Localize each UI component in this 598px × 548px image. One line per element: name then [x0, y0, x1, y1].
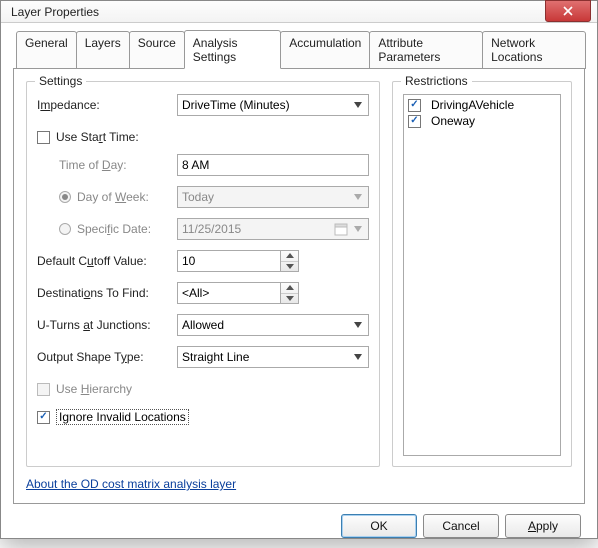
specific-date-value: 11/25/2015: [182, 222, 241, 236]
impedance-value: DriveTime (Minutes): [182, 98, 290, 112]
apply-button[interactable]: Apply: [505, 514, 581, 538]
chevron-down-icon: [350, 97, 366, 113]
chevron-down-icon: [350, 189, 366, 205]
tab-strip: General Layers Source Analysis Settings …: [16, 31, 585, 69]
cutoff-label: Default Cutoff Value:: [37, 254, 177, 268]
time-of-day-value: 8 AM: [182, 158, 209, 172]
tab-analysis-settings[interactable]: Analysis Settings: [184, 30, 282, 69]
time-of-day-label: Time of Day:: [59, 158, 177, 172]
about-link[interactable]: About the OD cost matrix analysis layer: [26, 477, 572, 491]
tab-accumulation[interactable]: Accumulation: [280, 31, 370, 69]
use-start-time-checkbox[interactable]: [37, 131, 50, 144]
cutoff-spin: 10: [177, 250, 299, 272]
specific-date-picker: 11/25/2015: [177, 218, 369, 240]
tab-page-analysis-settings: Settings Impedance: DriveTime (Minutes): [13, 68, 585, 504]
client-area: General Layers Source Analysis Settings …: [1, 23, 597, 548]
cutoff-input[interactable]: 10: [177, 250, 281, 272]
tab-general[interactable]: General: [16, 31, 77, 69]
uturns-value: Allowed: [182, 318, 224, 332]
impedance-label: Impedance:: [37, 98, 177, 112]
chevron-down-icon: [350, 317, 366, 333]
tab-network-locations[interactable]: Network Locations: [482, 31, 586, 69]
window-title: Layer Properties: [11, 5, 545, 19]
columns: Settings Impedance: DriveTime (Minutes): [26, 81, 572, 467]
use-start-time-label: Use Start Time:: [56, 130, 139, 144]
chevron-down-icon: [350, 221, 366, 237]
destinations-label: Destinations To Find:: [37, 286, 177, 300]
specific-date-radio[interactable]: [59, 223, 71, 235]
output-shape-label: Output Shape Type:: [37, 350, 177, 364]
day-of-week-row: Day of Week: Today: [37, 186, 369, 208]
cutoff-value: 10: [182, 254, 195, 268]
cutoff-spin-up[interactable]: [281, 251, 298, 261]
ignore-invalid-checkbox[interactable]: [37, 411, 50, 424]
use-hierarchy-row: Use Hierarchy: [37, 378, 369, 400]
output-shape-row: Output Shape Type: Straight Line: [37, 346, 369, 368]
day-of-week-label: Day of Week:: [77, 190, 177, 204]
use-hierarchy-label: Use Hierarchy: [56, 382, 132, 396]
specific-date-label: Specific Date:: [77, 222, 177, 236]
ignore-invalid-row: Ignore Invalid Locations: [37, 406, 369, 428]
restriction-label: DrivingAVehicle: [431, 98, 514, 112]
uturns-row: U-Turns at Junctions: Allowed: [37, 314, 369, 336]
restriction-item[interactable]: DrivingAVehicle: [406, 97, 558, 113]
dialog-window: Layer Properties General Layers Source A…: [0, 0, 598, 539]
dialog-buttons: OK Cancel Apply: [13, 504, 585, 542]
day-of-week-radio[interactable]: [59, 191, 71, 203]
impedance-row: Impedance: DriveTime (Minutes): [37, 94, 369, 116]
restriction-item[interactable]: Oneway: [406, 113, 558, 129]
uturns-label: U-Turns at Junctions:: [37, 318, 177, 332]
ok-button[interactable]: OK: [341, 514, 417, 538]
restrictions-group: Restrictions DrivingAVehicle Oneway: [392, 81, 572, 467]
close-button[interactable]: [545, 0, 591, 22]
uturns-combo[interactable]: Allowed: [177, 314, 369, 336]
restriction-checkbox[interactable]: [408, 99, 421, 112]
destinations-value: <All>: [182, 286, 209, 300]
restriction-checkbox[interactable]: [408, 115, 421, 128]
cutoff-spin-down[interactable]: [281, 261, 298, 272]
output-shape-value: Straight Line: [182, 350, 249, 364]
tab-attribute-parameters[interactable]: Attribute Parameters: [369, 31, 483, 69]
ignore-invalid-label: Ignore Invalid Locations: [56, 409, 189, 425]
use-hierarchy-checkbox: [37, 383, 50, 396]
tab-source[interactable]: Source: [129, 31, 185, 69]
cutoff-row: Default Cutoff Value: 10: [37, 250, 369, 272]
use-start-time-row: Use Start Time:: [37, 126, 369, 148]
destinations-row: Destinations To Find: <All>: [37, 282, 369, 304]
impedance-combo[interactable]: DriveTime (Minutes): [177, 94, 369, 116]
restrictions-legend: Restrictions: [401, 74, 472, 88]
time-of-day-input[interactable]: 8 AM: [177, 154, 369, 176]
destinations-spin: <All>: [177, 282, 299, 304]
calendar-icon: [334, 222, 348, 236]
output-shape-combo[interactable]: Straight Line: [177, 346, 369, 368]
day-of-week-combo: Today: [177, 186, 369, 208]
time-of-day-row: Time of Day: 8 AM: [37, 154, 369, 176]
titlebar[interactable]: Layer Properties: [1, 1, 597, 23]
tab-layers[interactable]: Layers: [76, 31, 130, 69]
cancel-button[interactable]: Cancel: [423, 514, 499, 538]
destinations-input[interactable]: <All>: [177, 282, 281, 304]
destinations-spin-down[interactable]: [281, 293, 298, 304]
specific-date-row: Specific Date: 11/25/2015: [37, 218, 369, 240]
destinations-spin-up[interactable]: [281, 283, 298, 293]
settings-legend: Settings: [35, 74, 86, 88]
restriction-label: Oneway: [431, 114, 475, 128]
day-of-week-value: Today: [182, 190, 214, 204]
settings-group: Settings Impedance: DriveTime (Minutes): [26, 81, 380, 467]
chevron-down-icon: [350, 349, 366, 365]
restrictions-list[interactable]: DrivingAVehicle Oneway: [403, 94, 561, 456]
close-icon: [563, 6, 573, 16]
